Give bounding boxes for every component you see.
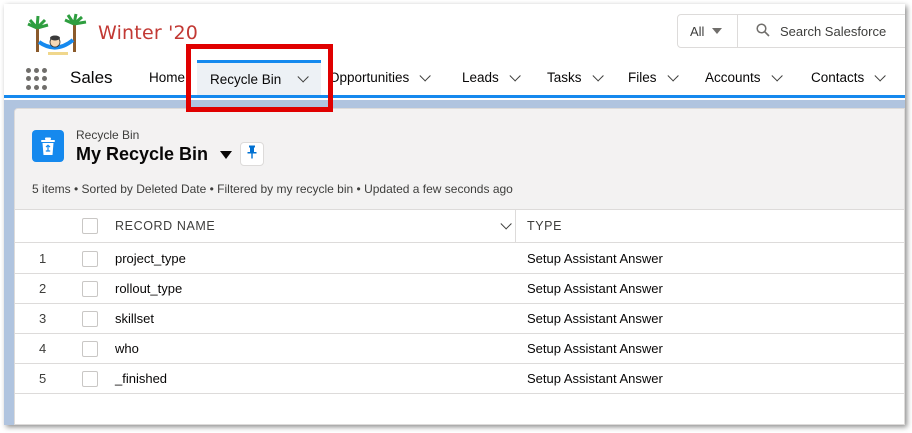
column-divider[interactable] bbox=[515, 210, 516, 242]
column-header-record-name[interactable]: RECORD NAME bbox=[115, 210, 215, 242]
chevron-down-icon[interactable] bbox=[666, 69, 679, 82]
highlight-box bbox=[186, 44, 333, 112]
nav-item-leads[interactable]: Leads bbox=[454, 60, 525, 95]
nav-item-label: Leads bbox=[462, 70, 499, 85]
record-type: Setup Assistant Answer bbox=[527, 281, 663, 296]
org-logo[interactable] bbox=[26, 12, 90, 56]
chevron-down-icon[interactable] bbox=[509, 69, 521, 82]
record-type: Setup Assistant Answer bbox=[527, 371, 663, 386]
row-checkbox[interactable] bbox=[82, 304, 98, 333]
caret-down-icon[interactable] bbox=[220, 150, 233, 159]
search-scope-dropdown[interactable]: All bbox=[678, 15, 738, 47]
table-header: RECORD NAME TYPE bbox=[15, 210, 904, 243]
column-label: TYPE bbox=[527, 219, 563, 233]
column-label: RECORD NAME bbox=[115, 219, 216, 233]
row-checkbox[interactable] bbox=[82, 244, 98, 273]
row-number: 2 bbox=[39, 281, 47, 296]
record-type: Setup Assistant Answer bbox=[527, 251, 663, 266]
column-header-type[interactable]: TYPE bbox=[527, 210, 562, 242]
app-window: Winter '20 All Search Salesforce Sales H… bbox=[4, 4, 905, 425]
app-name: Sales bbox=[70, 68, 113, 87]
global-search: All Search Salesforce bbox=[677, 14, 905, 48]
list-view-card: Recycle Bin My Recycle Bin 5 items • Sor… bbox=[14, 108, 905, 425]
row-checkbox[interactable] bbox=[82, 334, 98, 363]
search-placeholder: Search Salesforce bbox=[780, 23, 887, 39]
list-view-header: Recycle Bin My Recycle Bin 5 items • Sor… bbox=[15, 109, 904, 210]
chevron-down-icon[interactable] bbox=[591, 69, 604, 82]
record-name[interactable]: skillset bbox=[115, 304, 154, 333]
record-name[interactable]: rollout_type bbox=[115, 274, 182, 303]
nav-bar: Sales Home Recycle Bin Opportunities Lea… bbox=[4, 60, 905, 98]
chevron-down-icon[interactable] bbox=[419, 69, 432, 82]
row-number: 3 bbox=[39, 311, 47, 326]
nav-item-label: Home bbox=[149, 70, 186, 85]
nav-item-tasks[interactable]: Tasks bbox=[539, 60, 608, 95]
nav-item-label: Accounts bbox=[705, 70, 761, 85]
row-number: 4 bbox=[39, 341, 47, 356]
chevron-down-icon bbox=[500, 218, 512, 230]
search-scope-value: All bbox=[690, 23, 705, 39]
table-row[interactable]: 5 _finished Setup Assistant Answer bbox=[15, 364, 904, 394]
page-title: My Recycle Bin bbox=[76, 144, 209, 164]
recycle-bin-icon bbox=[32, 130, 64, 162]
column-menu-button[interactable] bbox=[500, 210, 512, 242]
record-name[interactable]: project_type bbox=[115, 244, 186, 273]
table-row[interactable]: 1 project_type Setup Assistant Answer bbox=[15, 244, 904, 274]
record-type: Setup Assistant Answer bbox=[527, 311, 663, 326]
select-all-checkbox[interactable] bbox=[82, 210, 98, 242]
table-row[interactable]: 2 rollout_type Setup Assistant Answer bbox=[15, 274, 904, 304]
nav-item-label: Files bbox=[628, 70, 657, 85]
search-input[interactable]: Search Salesforce bbox=[738, 15, 905, 47]
chevron-down-icon[interactable] bbox=[770, 69, 783, 82]
chevron-down-icon[interactable] bbox=[874, 69, 887, 82]
list-view-selector[interactable]: My Recycle Bin bbox=[76, 144, 233, 165]
nav-item-label: Opportunities bbox=[329, 70, 410, 85]
table-row[interactable]: 3 skillset Setup Assistant Answer bbox=[15, 304, 904, 334]
release-label: Winter '20 bbox=[98, 22, 199, 44]
list-view-meta: 5 items • Sorted by Deleted Date • Filte… bbox=[32, 182, 513, 196]
nav-item-contacts[interactable]: Contacts bbox=[803, 60, 890, 95]
nav-item-label: Contacts bbox=[811, 70, 865, 85]
caret-down-icon bbox=[712, 28, 723, 34]
nav-item-files[interactable]: Files bbox=[620, 60, 683, 95]
pin-icon bbox=[246, 145, 258, 164]
nav-item-label: Tasks bbox=[547, 70, 582, 85]
row-number: 5 bbox=[39, 371, 47, 386]
record-name[interactable]: _finished bbox=[115, 364, 167, 393]
object-label: Recycle Bin bbox=[76, 128, 140, 142]
nav-item-accounts[interactable]: Accounts bbox=[697, 60, 787, 95]
row-checkbox[interactable] bbox=[82, 364, 98, 393]
nav-item-opportunities[interactable]: Opportunities bbox=[321, 60, 435, 95]
table-row[interactable]: 4 who Setup Assistant Answer bbox=[15, 334, 904, 364]
record-type: Setup Assistant Answer bbox=[527, 341, 663, 356]
row-number: 1 bbox=[39, 251, 47, 266]
app-launcher-icon[interactable] bbox=[26, 68, 48, 90]
record-name[interactable]: who bbox=[115, 334, 139, 363]
pin-button[interactable] bbox=[240, 142, 264, 166]
search-icon bbox=[756, 22, 770, 40]
row-checkbox[interactable] bbox=[82, 274, 98, 303]
